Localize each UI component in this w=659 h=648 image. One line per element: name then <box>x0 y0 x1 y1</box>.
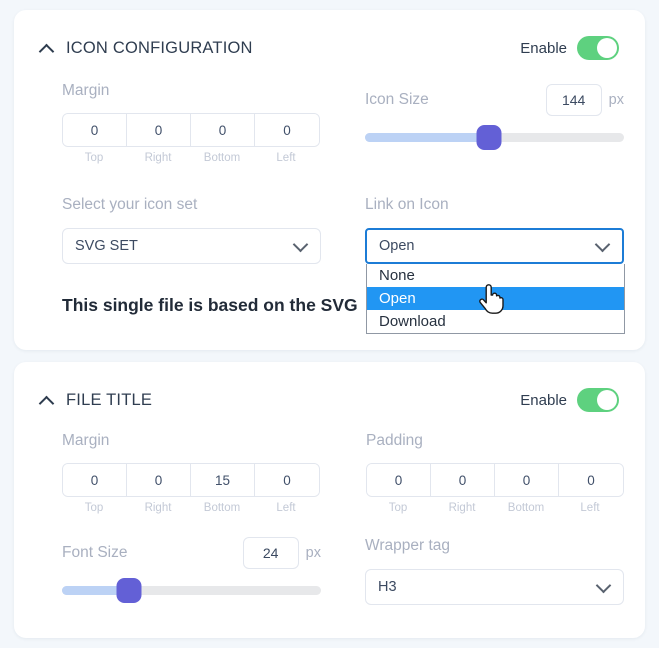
icon-margin-inputs[interactable]: 0 0 0 0 <box>62 113 320 147</box>
icon-margin-side-labels: Top Right Bottom Left <box>62 152 320 164</box>
title-padding-top-label: Top <box>388 502 408 514</box>
font-size-header: Font Size 24 px <box>62 537 321 569</box>
icon-margin-bottom-input[interactable]: 0 <box>191 114 255 146</box>
icon-margin-group: Margin 0 0 0 0 Top Right Bottom Left <box>62 82 320 164</box>
link-on-icon-dropdown[interactable]: None Open Download <box>366 264 625 334</box>
link-on-icon-select[interactable]: Open <box>365 228 624 264</box>
title-padding-top-input[interactable]: 0 <box>367 464 431 496</box>
icon-margin-bottom-label: Bottom <box>203 152 241 164</box>
icon-configuration-title-group[interactable]: ICON CONFIGURATION <box>40 39 253 58</box>
icon-set-description: This single file is based on the SVG <box>62 295 358 315</box>
icon-configuration-enable-group[interactable]: Enable <box>520 36 619 60</box>
icon-margin-top-label: Top <box>84 152 104 164</box>
icon-margin-label: Margin <box>62 82 110 99</box>
title-margin-left-label: Left <box>276 502 296 514</box>
title-padding-inputs[interactable]: 0 0 0 0 <box>366 463 624 497</box>
icon-size-slider[interactable] <box>365 125 624 150</box>
wrapper-tag-value: H3 <box>378 579 397 595</box>
enable-toggle[interactable] <box>577 388 619 412</box>
title-margin-right-input[interactable]: 0 <box>127 464 191 496</box>
title-padding-label: Padding <box>366 432 423 449</box>
file-title-card: FILE TITLE Enable Margin 0 0 15 0 Top Ri… <box>14 362 645 638</box>
title-margin-bottom-label: Bottom <box>203 502 241 514</box>
icon-set-value: SVG SET <box>75 238 138 254</box>
link-on-icon-value: Open <box>379 238 415 254</box>
title-margin-top-input[interactable]: 0 <box>63 464 127 496</box>
title-margin-label: Margin <box>62 432 110 449</box>
title-padding-bottom-label: Bottom <box>507 502 545 514</box>
icon-margin-left-label: Left <box>276 152 296 164</box>
toggle-knob <box>597 390 617 410</box>
icon-set-label: Select your icon set <box>62 196 198 213</box>
link-on-icon-group: Link on Icon Open None Open Download <box>365 196 625 334</box>
enable-toggle[interactable] <box>577 36 619 60</box>
font-size-slider[interactable] <box>62 578 321 603</box>
font-size-slider-thumb[interactable] <box>116 578 142 603</box>
icon-size-input[interactable]: 144 <box>545 84 602 116</box>
icon-configuration-header[interactable]: ICON CONFIGURATION Enable <box>40 26 619 70</box>
font-size-unit: px <box>305 545 321 561</box>
wrapper-tag-group: Wrapper tag H3 <box>365 537 624 605</box>
chevron-down-icon <box>594 236 611 253</box>
file-title-enable-group[interactable]: Enable <box>520 388 619 412</box>
link-on-icon-label: Link on Icon <box>365 196 449 213</box>
title-padding-side-labels: Top Right Bottom Left <box>366 502 624 514</box>
title-padding-left-input[interactable]: 0 <box>559 464 623 496</box>
icon-margin-left-input[interactable]: 0 <box>255 114 319 146</box>
icon-margin-top-input[interactable]: 0 <box>63 114 127 146</box>
chevron-up-icon[interactable] <box>40 43 55 53</box>
dropdown-option-download[interactable]: Download <box>367 310 624 333</box>
title-margin-left-input[interactable]: 0 <box>255 464 319 496</box>
icon-size-slider-fill <box>365 133 490 142</box>
chevron-down-icon <box>292 236 309 253</box>
title-margin-side-labels: Top Right Bottom Left <box>62 502 320 514</box>
file-title-title-group[interactable]: FILE TITLE <box>40 391 152 410</box>
title-margin-inputs[interactable]: 0 0 15 0 <box>62 463 320 497</box>
title-padding-right-label: Right <box>448 502 476 514</box>
title-padding-left-label: Left <box>580 502 600 514</box>
icon-size-header: Icon Size 144 px <box>365 84 624 116</box>
wrapper-tag-label: Wrapper tag <box>365 537 451 554</box>
icon-size-group: Icon Size 144 px <box>365 84 624 150</box>
title-padding-right-input[interactable]: 0 <box>431 464 495 496</box>
title-margin-group: Margin 0 0 15 0 Top Right Bottom Left <box>62 432 320 514</box>
title-margin-right-label: Right <box>144 502 172 514</box>
icon-size-unit: px <box>608 92 624 108</box>
icon-margin-right-input[interactable]: 0 <box>127 114 191 146</box>
font-size-label: Font Size <box>62 544 128 561</box>
dropdown-option-open[interactable]: Open <box>367 287 624 310</box>
icon-set-group: Select your icon set SVG SET <box>62 196 321 264</box>
title-padding-group: Padding 0 0 0 0 Top Right Bottom Left <box>366 432 624 514</box>
icon-margin-right-label: Right <box>144 152 172 164</box>
font-size-group: Font Size 24 px <box>62 537 321 603</box>
chevron-up-icon[interactable] <box>40 395 55 405</box>
wrapper-tag-select[interactable]: H3 <box>365 569 624 605</box>
title-margin-bottom-input[interactable]: 15 <box>191 464 255 496</box>
toggle-knob <box>597 38 617 58</box>
title-padding-bottom-input[interactable]: 0 <box>495 464 559 496</box>
page-title: ICON CONFIGURATION <box>66 38 253 57</box>
icon-size-label: Icon Size <box>365 91 429 108</box>
font-size-input[interactable]: 24 <box>242 537 299 569</box>
settings-page: ICON CONFIGURATION Enable Margin 0 0 0 0… <box>0 0 659 648</box>
file-title-heading: FILE TITLE <box>66 390 153 409</box>
title-margin-top-label: Top <box>84 502 104 514</box>
file-title-header[interactable]: FILE TITLE Enable <box>40 378 619 422</box>
dropdown-option-none[interactable]: None <box>367 264 624 287</box>
enable-label: Enable <box>520 391 567 409</box>
chevron-down-icon <box>595 577 612 594</box>
enable-label: Enable <box>520 39 567 57</box>
icon-configuration-card: ICON CONFIGURATION Enable Margin 0 0 0 0… <box>14 10 645 350</box>
icon-set-select[interactable]: SVG SET <box>62 228 321 264</box>
icon-size-slider-thumb[interactable] <box>476 125 502 150</box>
